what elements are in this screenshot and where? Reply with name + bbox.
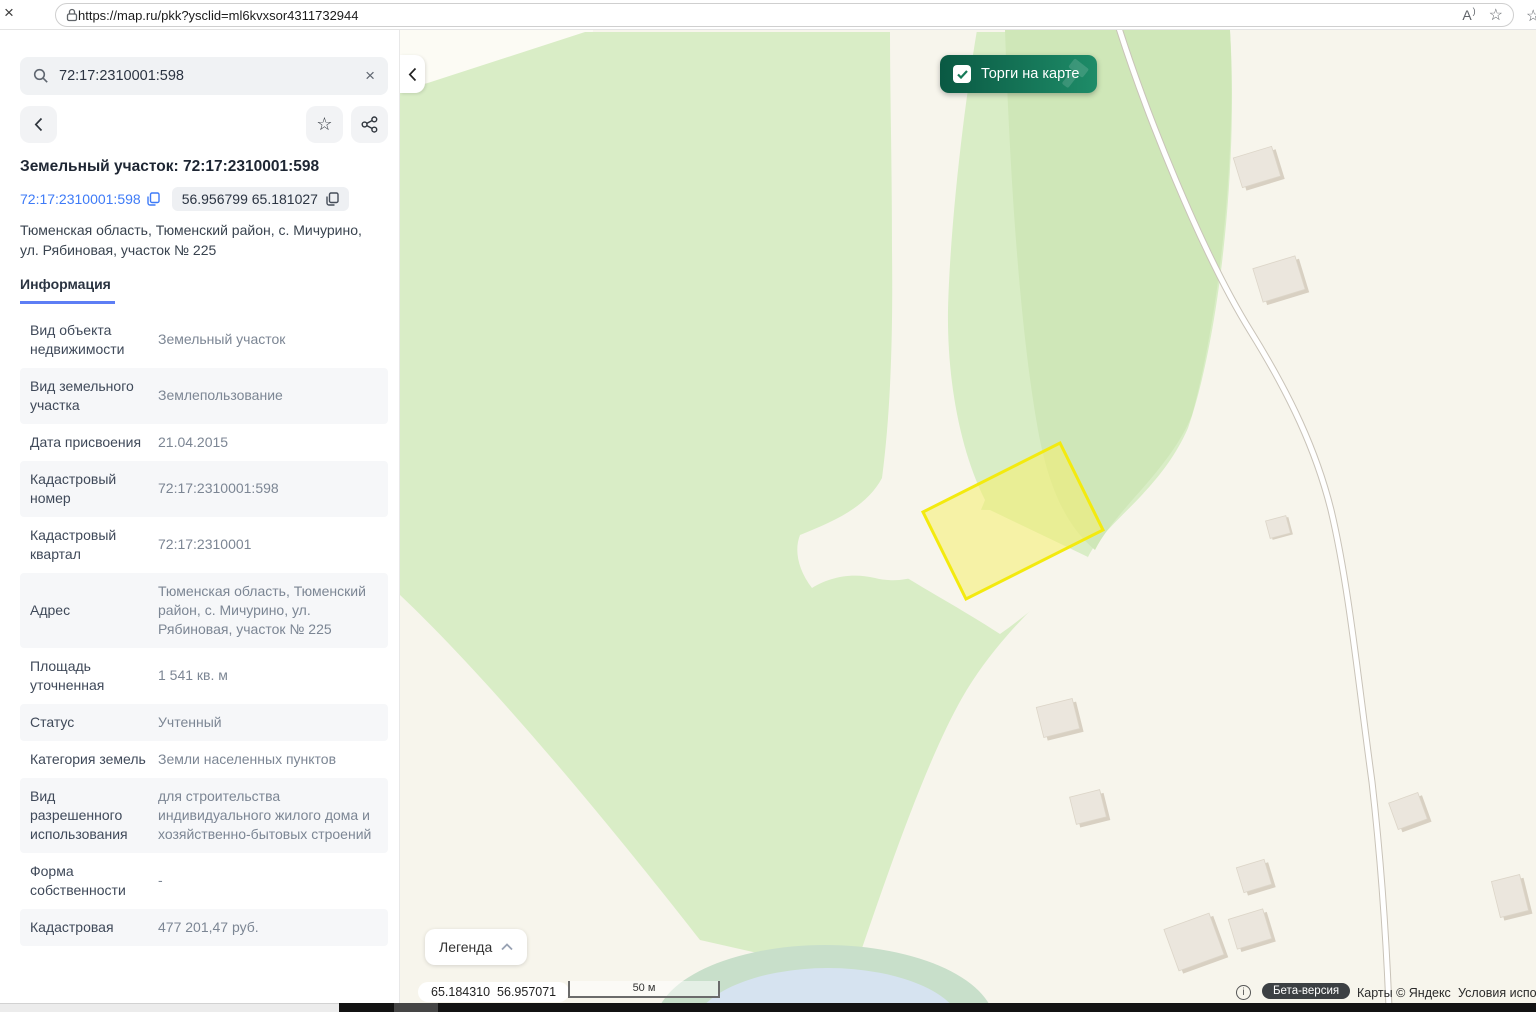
row-label: Кадастровая [30,918,148,937]
share-icon [361,116,378,133]
back-button[interactable] [20,106,57,143]
table-row: Кадастровая 477 201,47 руб. [20,909,388,946]
row-label: Дата присвоения [30,433,148,452]
table-row: Вид земельного участка Землепользование [20,368,388,424]
auctions-on-map-button[interactable]: Торги на карте [940,55,1097,93]
row-label: Кадастровый квартал [30,526,148,564]
page-title: Земельный участок: 72:17:2310001:598 [20,158,379,176]
table-row: Вид разрешенного использования для строи… [20,778,388,853]
search-box[interactable]: × [20,57,388,95]
row-value: Земли населенных пунктов [158,750,378,769]
legend-button[interactable]: Легенда [425,929,527,965]
row-label: Вид земельного участка [30,377,148,415]
chevron-up-icon [501,943,513,951]
row-label: Кадастровый номер [30,470,148,508]
pointer-coordinates: 65.184310 56.957071 [418,982,569,1002]
favorite-button[interactable]: ☆ [306,106,343,143]
table-row: Дата присвоения 21.04.2015 [20,424,388,461]
legend-label: Легенда [439,939,492,955]
browser-bar: × A) ☆ ☆ [0,0,1536,30]
row-label: Форма собственности [30,862,148,900]
row-label: Статус [30,713,148,732]
checkbox-checked[interactable] [953,65,971,83]
panel-collapse-button[interactable] [400,55,425,93]
map-canvas[interactable]: Торги на карте Легенда 65.184310 56.9570… [400,30,1536,1003]
row-value: - [158,871,378,890]
panel-actions: ☆ [20,106,388,143]
address-bar[interactable]: A) ☆ [55,3,1514,27]
table-row: Кадастровый квартал 72:17:2310001 [20,517,388,573]
tab-information[interactable]: Информация [20,276,115,304]
close-icon[interactable]: × [4,3,14,23]
lock-icon [66,8,78,22]
search-input[interactable] [59,68,365,84]
table-row: Форма собственности - [20,853,388,909]
row-value: Учтенный [158,713,378,732]
row-value: Тюменская область, Тюменский район, с. М… [158,582,378,639]
copy-icon[interactable] [326,192,339,206]
row-value: 21.04.2015 [158,433,378,452]
parcel-info-panel: × ☆ Земельный участок: 72:17:2310001:598… [0,30,400,1003]
read-aloud-icon[interactable]: A) [1462,7,1474,23]
clear-search-icon[interactable]: × [365,66,375,86]
row-label: Вид разрешенного использования [30,787,148,844]
info-table: Вид объекта недвижимости Земельный участ… [20,312,388,1003]
row-value: 1 541 кв. м [158,666,378,685]
row-value: Земельный участок [158,330,378,349]
check-icon [957,70,968,79]
row-value: для строительства индивидуального жилого… [158,787,378,844]
bottom-edge-strip [0,1003,1536,1012]
row-value: 477 201,47 руб. [158,918,378,937]
table-row: Статус Учтенный [20,704,388,741]
row-value: 72:17:2310001 [158,535,378,554]
url-input[interactable] [78,8,1448,23]
bookmark-star-icon[interactable]: ☆ [1489,5,1503,25]
table-row: Кадастровый номер 72:17:2310001:598 [20,461,388,517]
scrollbar-track[interactable] [0,1003,339,1012]
coordinates-badge: 56.956799 65.181027 [172,187,349,211]
taskbar-strip [339,1003,1536,1012]
row-value: 72:17:2310001:598 [158,479,378,498]
star-icon: ☆ [316,114,332,135]
row-value: Землепользование [158,386,378,405]
row-label: Адрес [30,601,148,620]
info-icon[interactable]: i [1236,985,1251,1000]
table-row: Категория земель Земли населенных пункто… [20,741,388,778]
beta-badge: Бета-версия [1262,983,1350,999]
row-label: Вид объекта недвижимости [30,321,148,359]
map-scale-bar: 50 м [568,981,720,998]
share-button[interactable] [351,106,388,143]
copy-icon[interactable] [147,192,160,206]
cadastral-number-link[interactable]: 72:17:2310001:598 [20,191,160,207]
row-label: Площадь уточненная [30,657,148,695]
table-row: Вид объекта недвижимости Земельный участ… [20,312,388,368]
map-tiles[interactable] [400,30,1536,1003]
map-copyright[interactable]: Карты © Яндекс [1357,986,1451,1000]
row-label: Категория земель [30,750,148,769]
search-icon [33,68,49,84]
parcel-address: Тюменская область, Тюменский район, с. М… [20,220,378,261]
chevron-left-icon [408,67,417,82]
favorites-star-icon[interactable]: ☆ [1526,6,1536,26]
table-row: Площадь уточненная 1 541 кв. м [20,648,388,704]
chevron-left-icon [34,117,43,132]
scrollbar-thumb[interactable] [394,1003,438,1012]
identifier-row: 72:17:2310001:598 56.956799 65.181027 [20,187,379,211]
table-row: Адрес Тюменская область, Тюменский район… [20,573,388,648]
terms-link[interactable]: Условия использования [1458,986,1536,1000]
scale-label: 50 м [633,982,656,994]
gavel-icon [1053,57,1095,91]
